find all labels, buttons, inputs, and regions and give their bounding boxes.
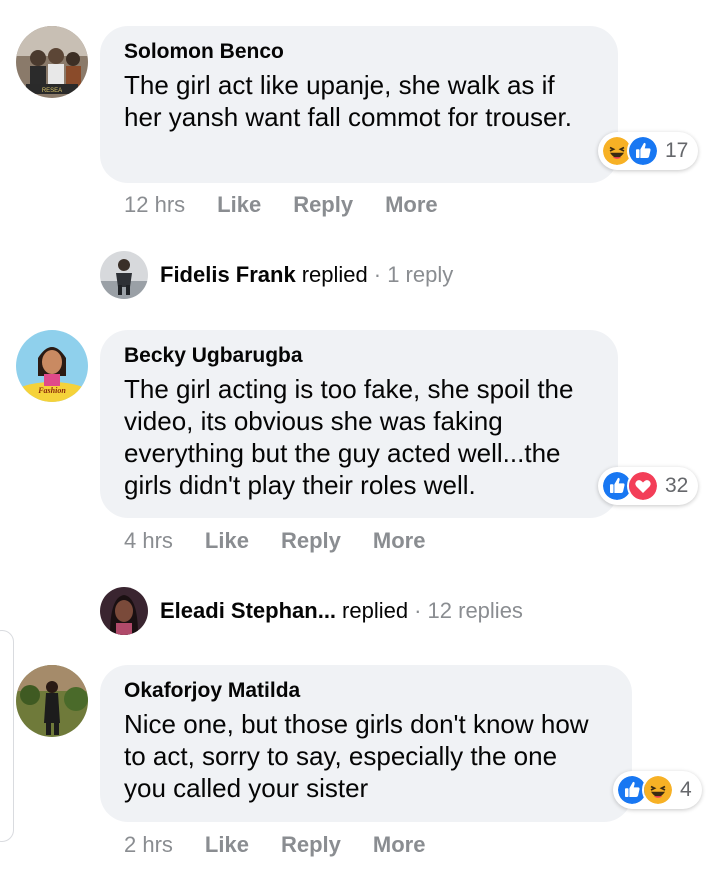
reply-author-name: Eleadi Stephan... <box>160 598 337 623</box>
reply-button[interactable]: Reply <box>293 191 353 219</box>
view-replies-link[interactable]: Eleadi Stephan... replied · 12 replies <box>100 587 523 635</box>
like-button[interactable]: Like <box>217 191 261 219</box>
avatar[interactable]: Fashion <box>16 330 88 402</box>
comment-actions: 2 hrs Like Reply More <box>124 831 425 859</box>
more-button[interactable]: More <box>385 191 438 219</box>
replied-label: replied <box>342 598 409 623</box>
avatar[interactable]: RESEA <box>16 26 88 98</box>
avatar <box>100 251 148 299</box>
more-button[interactable]: More <box>373 527 426 555</box>
replied-label: replied <box>301 262 368 287</box>
love-reaction-icon <box>627 470 659 502</box>
laugh-reaction-icon <box>642 774 674 806</box>
comment-text: Nice one, but those girls don't know how… <box>124 709 589 803</box>
avatar[interactable] <box>16 665 88 737</box>
like-reaction-icon <box>627 135 659 167</box>
side-panel-edge <box>0 630 14 842</box>
reaction-count: 4 <box>680 778 692 801</box>
reactions-summary[interactable]: 4 <box>613 771 702 809</box>
comment-bubble: Okaforjoy Matilda Nice one, but those gi… <box>100 665 632 822</box>
reply-count: · 1 reply <box>373 262 454 287</box>
reactions-summary[interactable]: 17 <box>598 132 699 170</box>
like-button[interactable]: Like <box>205 831 249 859</box>
avatar-badge-text: RESEA <box>42 88 62 94</box>
comment-timestamp[interactable]: 2 hrs <box>124 831 173 859</box>
comment-author-name[interactable]: Becky Ugbarugba <box>124 343 592 369</box>
view-replies-link[interactable]: Fidelis Frank replied · 1 reply <box>100 251 453 299</box>
comment-author-name[interactable]: Solomon Benco <box>124 39 592 65</box>
comment-timestamp[interactable]: 12 hrs <box>124 191 185 219</box>
comment-bubble: Solomon Benco The girl act like upanje, … <box>100 26 618 183</box>
comment-author-name[interactable]: Okaforjoy Matilda <box>124 678 606 704</box>
comment-text: The girl act like upanje, she walk as if… <box>124 70 572 132</box>
reply-author-name: Fidelis Frank <box>160 262 296 287</box>
comment-text: The girl acting is too fake, she spoil t… <box>124 374 574 500</box>
avatar-badge-text: Fashion <box>37 386 66 395</box>
like-button[interactable]: Like <box>205 527 249 555</box>
avatar <box>100 587 148 635</box>
comment-actions: 4 hrs Like Reply More <box>124 527 425 555</box>
comments-section: RESEA Solomon Benco The girl act like up… <box>0 0 720 870</box>
reply-count: · 12 replies <box>414 598 523 623</box>
comment-bubble: Becky Ugbarugba The girl acting is too f… <box>100 330 618 518</box>
reaction-count: 32 <box>665 474 689 497</box>
comment-actions: 12 hrs Like Reply More <box>124 191 438 219</box>
more-button[interactable]: More <box>373 831 426 859</box>
comment-timestamp[interactable]: 4 hrs <box>124 527 173 555</box>
reply-button[interactable]: Reply <box>281 831 341 859</box>
reply-button[interactable]: Reply <box>281 527 341 555</box>
reaction-count: 17 <box>665 139 689 162</box>
reactions-summary[interactable]: 32 <box>598 467 699 505</box>
